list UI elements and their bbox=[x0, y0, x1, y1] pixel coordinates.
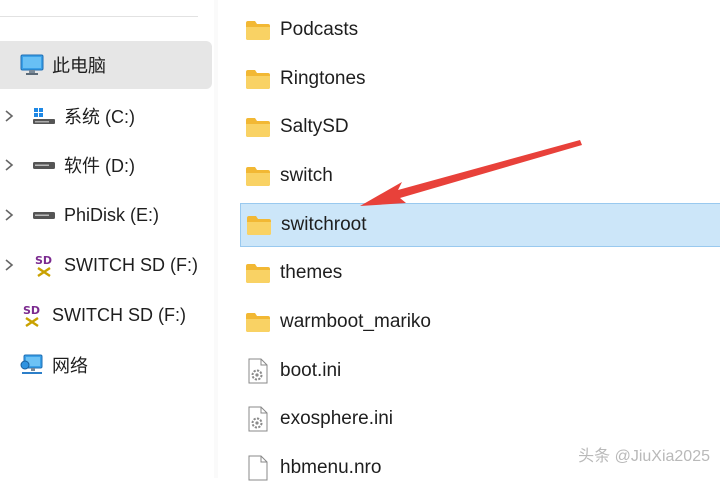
drive-icon bbox=[32, 203, 56, 227]
file-name: switchroot bbox=[281, 214, 367, 235]
watermark: 头条 @JiuXia2025 bbox=[578, 442, 710, 466]
file-item-ini[interactable]: boot.ini bbox=[240, 349, 720, 393]
nav-item-drive-f[interactable]: SD SWITCH SD (F:) bbox=[0, 241, 212, 289]
chevron-right-icon[interactable] bbox=[2, 109, 16, 123]
folder-icon bbox=[244, 16, 272, 44]
nav-item-sd-card[interactable]: SD SWITCH SD (F:) bbox=[0, 291, 212, 339]
folder-icon bbox=[244, 308, 272, 336]
file-item-folder[interactable]: Podcasts bbox=[240, 8, 720, 52]
watermark-text: 头条 @JiuXia2025 bbox=[578, 448, 710, 465]
settings-file-icon bbox=[244, 405, 272, 433]
file-name: SaltySD bbox=[280, 116, 349, 137]
monitor-icon bbox=[20, 53, 44, 77]
file-name: warmboot_mariko bbox=[280, 311, 431, 332]
file-item-folder[interactable]: Ringtones bbox=[240, 57, 720, 101]
nav-item-label: SWITCH SD (F:) bbox=[64, 254, 198, 275]
nav-item-label: SWITCH SD (F:) bbox=[52, 304, 186, 325]
svg-text:SD: SD bbox=[23, 304, 40, 317]
nav-item-label: 此电脑 bbox=[52, 56, 106, 76]
folder-icon bbox=[244, 259, 272, 287]
sidebar-divider bbox=[0, 16, 198, 17]
nav-item-label: 系统 (C:) bbox=[64, 107, 135, 127]
chevron-right-icon[interactable] bbox=[2, 258, 16, 272]
folder-icon bbox=[244, 65, 272, 93]
folder-icon bbox=[244, 113, 272, 141]
chevron-right-icon[interactable] bbox=[2, 208, 16, 222]
network-icon bbox=[20, 353, 44, 377]
nav-item-drive-c[interactable]: 系统 (C:) bbox=[0, 92, 212, 140]
svg-text:SD: SD bbox=[35, 254, 52, 267]
file-item-folder[interactable]: SaltySD bbox=[240, 105, 720, 149]
file-name: hbmenu.nro bbox=[280, 457, 382, 478]
nav-item-label: 网络 bbox=[52, 356, 88, 376]
file-item-folder[interactable]: warmboot_mariko bbox=[240, 300, 720, 344]
nav-item-this-pc[interactable]: 此电脑 bbox=[0, 41, 212, 89]
navigation-pane: 此电脑 系统 (C:) 软件 (D:) PhiDisk (E:) SD SWIT… bbox=[0, 0, 218, 478]
file-item-ini[interactable]: exosphere.ini bbox=[240, 397, 720, 441]
file-name: themes bbox=[280, 262, 343, 283]
nav-item-label: 软件 (D:) bbox=[64, 156, 135, 176]
nav-item-network[interactable]: 网络 bbox=[0, 341, 212, 389]
sd-card-icon: SD bbox=[20, 303, 44, 327]
file-item-folder[interactable]: themes bbox=[240, 251, 720, 295]
file-item-folder-selected[interactable]: switchroot bbox=[240, 203, 720, 247]
file-item-folder[interactable]: switch bbox=[240, 154, 720, 198]
file-name: boot.ini bbox=[280, 360, 342, 381]
folder-icon bbox=[244, 162, 272, 190]
folder-icon bbox=[245, 211, 273, 239]
sd-card-icon: SD bbox=[32, 253, 56, 277]
chevron-right-icon[interactable] bbox=[2, 158, 16, 172]
nav-item-drive-d[interactable]: 软件 (D:) bbox=[0, 141, 212, 189]
file-name: exosphere.ini bbox=[280, 408, 394, 429]
settings-file-icon bbox=[244, 357, 272, 385]
file-name: Podcasts bbox=[280, 19, 359, 40]
nav-item-label: PhiDisk (E:) bbox=[64, 204, 160, 225]
nav-item-drive-e[interactable]: PhiDisk (E:) bbox=[0, 191, 212, 239]
file-list: Podcasts Ringtones SaltySD switch switch… bbox=[218, 0, 720, 481]
file-name: Ringtones bbox=[280, 68, 366, 89]
file-name: switch bbox=[280, 165, 333, 186]
drive-icon bbox=[32, 153, 56, 177]
windows-drive-icon bbox=[32, 104, 56, 128]
